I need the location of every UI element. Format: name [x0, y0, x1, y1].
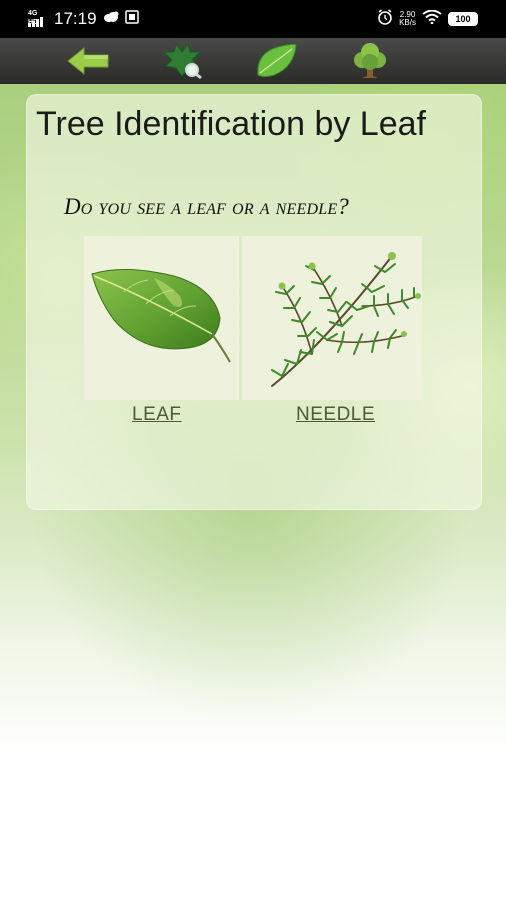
alarm-icon [377, 8, 393, 30]
back-arrow-icon [66, 46, 110, 80]
weather-icon [103, 10, 119, 28]
leaf-button[interactable] [254, 43, 298, 83]
wifi-icon [422, 9, 442, 29]
back-button[interactable] [66, 44, 110, 82]
status-right: 2.90 KB/s 100 [377, 8, 478, 30]
leaf-link[interactable]: LEAF [132, 404, 182, 426]
needle-link[interactable]: NEEDLE [296, 404, 375, 426]
status-left: 4G HD 17:19 [28, 9, 139, 29]
question-text: Do you see a leaf or a needle? [64, 194, 350, 219]
toolbar [0, 38, 506, 84]
notification-icon [124, 9, 139, 29]
needle-choice-image[interactable] [242, 236, 422, 400]
speed-unit: KB/s [399, 18, 416, 27]
tree-button[interactable] [348, 42, 392, 84]
leaf-magnifier-icon [162, 42, 206, 84]
leaf-search-button[interactable] [162, 42, 206, 84]
network-speed: 2.90 KB/s [399, 11, 416, 27]
status-time: 17:19 [54, 9, 97, 28]
green-leaf-icon [254, 43, 298, 83]
tree-icon [348, 42, 392, 84]
leaf-choice-image[interactable] [84, 236, 239, 400]
page-title: Tree Identification by Leaf [36, 105, 426, 143]
conifer-needle-icon [271, 252, 421, 387]
status-bar: 4G HD 17:19 2.90 KB/s 100 [0, 0, 506, 38]
broadleaf-icon [91, 269, 231, 363]
battery-indicator: 100 [448, 12, 478, 26]
signal-icon: 4G HD [28, 10, 48, 27]
